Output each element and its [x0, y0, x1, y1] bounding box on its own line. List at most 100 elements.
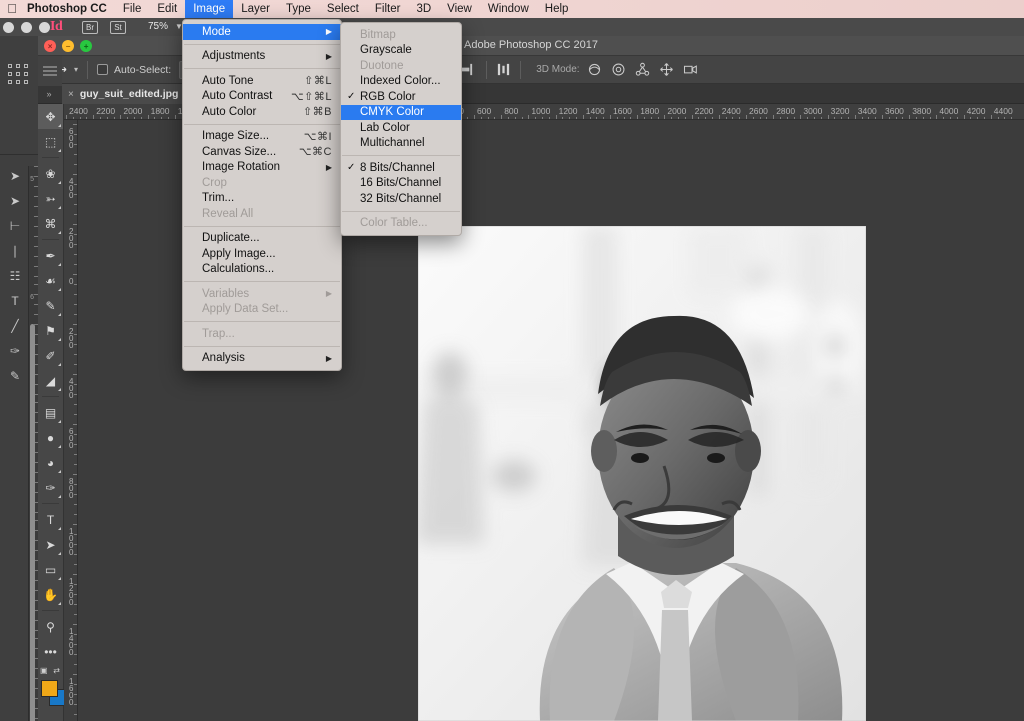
bg-tool-content-collector[interactable]: ☷ — [2, 264, 28, 289]
menu-item-32-bits-channel[interactable]: 32 Bits/Channel — [341, 191, 461, 207]
dodge-tool[interactable]: ◕ — [38, 450, 63, 475]
rectangle-tool[interactable]: ▭ — [38, 557, 63, 582]
clone-stamp-tool[interactable]: ⚑ — [38, 318, 63, 343]
eyedropper-tool[interactable]: ✒ — [38, 243, 63, 268]
menu-item-calculations-[interactable]: Calculations... — [183, 262, 341, 278]
menubar-item-image[interactable]: Image — [185, 0, 234, 18]
menubar-item-photoshop-cc[interactable]: Photoshop CC — [24, 0, 115, 18]
menubar-item-3d[interactable]: 3D — [408, 0, 439, 18]
menu-item-lab-color[interactable]: Lab Color — [341, 120, 461, 136]
menu-item-image-size-[interactable]: Image Size... ⌥⌘I — [183, 129, 341, 145]
menubar-item-type[interactable]: Type — [278, 0, 319, 18]
menu-item-mode[interactable]: Mode ▶ — [183, 24, 341, 40]
ruler-label: 2000 — [667, 106, 687, 116]
tools-panel[interactable]: ✥ ⬚ ❀ ➳ ⌘ ✒ ☙ ✎ ⚑ ✐ ◢ ▤ ● ◕ ✑ T ➤ ▭ ✋ ⚲ ••• ▣ ⇄ — [38, 104, 66, 721]
menu-item-grayscale[interactable]: Grayscale — [341, 43, 461, 59]
slide-3d-object-icon[interactable] — [659, 62, 674, 77]
menu-item-trim-[interactable]: Trim... — [183, 191, 341, 207]
spot-healing-brush-tool[interactable]: ☙ — [38, 268, 63, 293]
crop-tool[interactable]: ⌘ — [38, 211, 63, 236]
menubar-item-select[interactable]: Select — [319, 0, 367, 18]
scale-3d-object-icon[interactable] — [683, 62, 698, 77]
default-colors-icon[interactable]: ▣ — [40, 666, 48, 675]
menu-item-shortcut: ⇧⌘L — [304, 75, 332, 88]
menu-item-multichannel[interactable]: Multichannel — [341, 136, 461, 152]
roll-3d-object-icon[interactable] — [611, 62, 626, 77]
drag-3d-object-icon[interactable] — [635, 62, 650, 77]
bg-tool-page[interactable]: ⊢ — [2, 214, 28, 239]
collapsed-panel-strip[interactable] — [38, 56, 62, 86]
color-swatches[interactable]: ▣ ⇄ — [38, 666, 66, 718]
menu-item-duplicate-[interactable]: Duplicate... — [183, 231, 341, 247]
menu-item-canvas-size-[interactable]: Canvas Size... ⌥⌘C — [183, 144, 341, 160]
close-icon[interactable]: × — [68, 89, 74, 100]
bg-tool-pen[interactable]: ✑ — [2, 339, 28, 364]
background-app-toolbar[interactable]: ➤ ➤ ⊢ ∣ ☷ T ╱ ✑ ✎ — [2, 164, 28, 389]
menu-item-apply-image-[interactable]: Apply Image... — [183, 246, 341, 262]
tool-flyout-corner-icon — [58, 420, 61, 423]
bg-tool-type[interactable]: T — [2, 289, 28, 314]
image-menu-dropdown[interactable]: Mode ▶ Adjustments ▶ Auto Tone ⇧⌘L Auto Contra… — [182, 19, 342, 371]
menubar-item-help[interactable]: Help — [537, 0, 577, 18]
foreground-color-swatch[interactable] — [41, 680, 58, 697]
menu-item-rgb-color[interactable]: ✓ RGB Color — [341, 89, 461, 105]
apple-logo-icon[interactable]:  — [0, 0, 24, 18]
menu-item-8-bits-channel[interactable]: ✓ 8 Bits/Channel — [341, 160, 461, 176]
swap-colors-icon[interactable]: ⇄ — [53, 666, 60, 675]
bg-tool-gap[interactable]: ∣ — [2, 239, 28, 264]
distribute-icon[interactable] — [496, 62, 511, 77]
menu-item-image-rotation[interactable]: Image Rotation ▶ — [183, 160, 341, 176]
rotate-3d-object-icon[interactable] — [587, 62, 602, 77]
menu-item-auto-contrast[interactable]: Auto Contrast ⌥⇧⌘L — [183, 89, 341, 105]
move-tool[interactable]: ✥ — [38, 104, 63, 129]
path-selection-tool[interactable]: ➤ — [38, 532, 63, 557]
menubar-item-filter[interactable]: Filter — [367, 0, 409, 18]
bg-tool-line[interactable]: ╱ — [2, 314, 28, 339]
menu-item-auto-tone[interactable]: Auto Tone ⇧⌘L — [183, 73, 341, 89]
menubar-item-layer[interactable]: Layer — [233, 0, 278, 18]
ruler-minor-tick — [74, 354, 77, 355]
hand-tool[interactable]: ✋ — [38, 582, 63, 607]
menubar-item-view[interactable]: View — [439, 0, 480, 18]
pen-tool[interactable]: ✑ — [38, 475, 63, 500]
menu-item-16-bits-channel[interactable]: 16 Bits/Channel — [341, 176, 461, 192]
menubar-item-window[interactable]: Window — [480, 0, 537, 18]
menu-item-indexed-color-[interactable]: Indexed Color... — [341, 74, 461, 90]
background-app-scrollbar[interactable] — [30, 324, 35, 721]
rectangular-marquee-tool[interactable]: ⬚ — [38, 129, 63, 154]
menubar-item-edit[interactable]: Edit — [149, 0, 185, 18]
mode-submenu-dropdown[interactable]: Bitmap Grayscale Duotone Indexed Color... ✓ R… — [340, 22, 462, 236]
frame-window-controls[interactable] — [3, 22, 50, 33]
menu-item-analysis[interactable]: Analysis ▶ — [183, 351, 341, 367]
horizontal-type-tool[interactable]: T — [38, 507, 63, 532]
menu-item-cmyk-color[interactable]: CMYK Color — [341, 104, 461, 120]
bg-tool-pencil[interactable]: ✎ — [2, 364, 28, 389]
lasso-tool[interactable]: ❀ — [38, 161, 63, 186]
zoom-tool[interactable]: ⚲ — [38, 614, 63, 639]
tool-preset-chevron-icon[interactable]: ▾ — [74, 65, 78, 74]
bg-tool-selection[interactable]: ➤ — [2, 164, 28, 189]
auto-select-checkbox[interactable] — [97, 64, 109, 75]
quick-selection-tool[interactable]: ➳ — [38, 186, 63, 211]
expand-panels-icon[interactable]: » — [40, 86, 58, 102]
blur-tool[interactable]: ● — [38, 425, 63, 450]
bg-tool-direct-selection[interactable]: ➤ — [2, 189, 28, 214]
edit-toolbar-ellipsis[interactable]: ••• — [38, 639, 63, 664]
gradient-tool[interactable]: ▤ — [38, 400, 63, 425]
menu-item-label: Multichannel — [360, 137, 425, 150]
move-tool-icon: ✥ — [45, 109, 56, 124]
history-brush-tool[interactable]: ✐ — [38, 343, 63, 368]
eraser-tool[interactable]: ◢ — [38, 368, 63, 393]
ruler-minor-tick — [74, 134, 77, 135]
menubar-item-file[interactable]: File — [115, 0, 150, 18]
bridge-badge-icon[interactable]: Br — [82, 21, 98, 34]
ruler-minor-tick — [759, 117, 761, 119]
3d-mode-icon-group[interactable] — [587, 62, 698, 77]
indesign-logo-icon[interactable]: Id — [50, 19, 63, 35]
document-canvas-image[interactable] — [418, 226, 866, 721]
menu-item-adjustments[interactable]: Adjustments ▶ — [183, 49, 341, 65]
ruler-minor-tick — [154, 117, 156, 119]
stock-badge-icon[interactable]: St — [110, 21, 126, 34]
menu-item-auto-color[interactable]: Auto Color ⇧⌘B — [183, 104, 341, 120]
brush-tool[interactable]: ✎ — [38, 293, 63, 318]
